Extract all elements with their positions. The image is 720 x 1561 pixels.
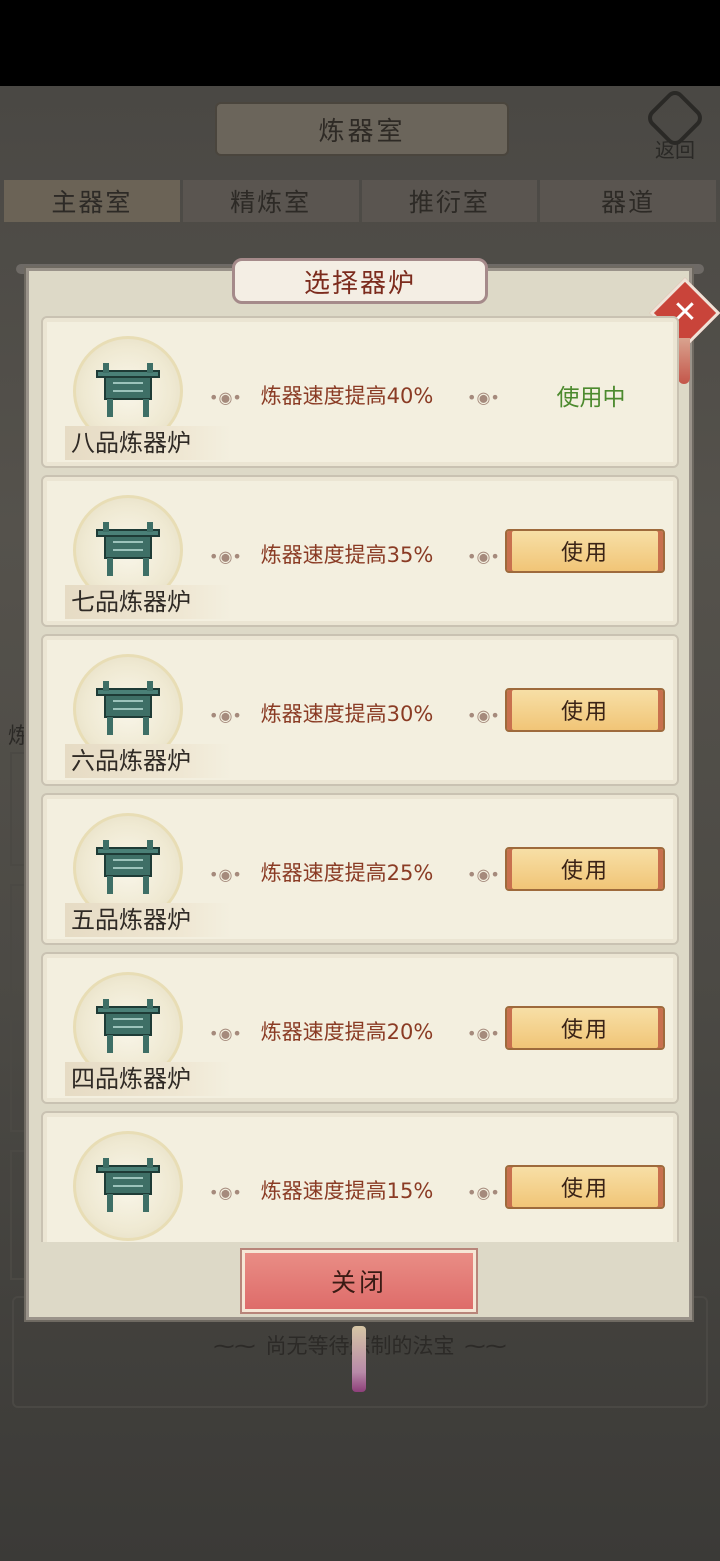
furnace-effect: 炼器速度提高25% [260,861,434,885]
divider-ornament-icon: •◉• [209,1183,242,1202]
furnace-name: 四品炼器炉 [65,1062,231,1096]
furnace-name: 七品炼器炉 [65,585,231,619]
furnace-row: 五品炼器炉 •◉• 炼器速度提高25% •◉• 使用 [41,793,679,945]
tab-artifact-way[interactable]: 器道 [540,180,716,222]
cauldron-icon [96,999,160,1053]
tab-refine-room[interactable]: 精炼室 [182,180,359,222]
flourish-icon: ⁓⁓ [213,1334,256,1358]
furnace-row: 四品炼器炉 •◉• 炼器速度提高20% •◉• 使用 [41,952,679,1104]
cauldron-icon [96,681,160,735]
divider-ornament-icon: •◉• [209,1024,242,1043]
furnace-effect: 炼器速度提高15% [260,1179,434,1203]
tab-bar: 主器室 精炼室 推衍室 器道 [4,180,716,222]
furnace-name: 八品炼器炉 [65,426,231,460]
divider-ornament-icon: •◉• [467,1183,500,1202]
furnace-row: 八品炼器炉 •◉• 炼器速度提高40% •◉• 使用中 [41,316,679,468]
cauldron-icon [96,840,160,894]
flourish-icon: ⁓⁓ [464,1334,507,1358]
page-title-text: 炼器室 [318,116,406,147]
divider-ornament-icon: •◉• [209,388,242,407]
divider-ornament-icon: •◉• [209,706,242,725]
tab-deduce-room[interactable]: 推衍室 [361,180,538,222]
cauldron-icon [96,522,160,576]
furnace-name: 六品炼器炉 [65,744,231,778]
divider-ornament-icon: •◉• [467,547,500,566]
furnace-row: •◉• 炼器速度提高15% •◉• 使用 [41,1111,679,1242]
use-furnace-button[interactable]: 使用 [505,1006,665,1050]
furnace-list[interactable]: 八品炼器炉 •◉• 炼器速度提高40% •◉• 使用中 七品炼器炉 •◉• 炼器… [37,316,683,1242]
divider-ornament-icon: •◉• [467,865,500,884]
divider-ornament-icon: •◉• [209,547,242,566]
divider-ornament-icon: •◉• [467,706,500,725]
furnace-name: 五品炼器炉 [65,903,231,937]
furnace-effect: 炼器速度提高30% [260,702,434,726]
status-bar [0,0,720,86]
dialog-title: 选择器炉 [232,258,488,304]
furnace-effect: 炼器速度提高35% [260,543,434,567]
cauldron-icon [96,1158,160,1212]
furnace-icon-frame [73,1131,183,1241]
in-use-status: 使用中 [556,385,626,411]
tab-main-room[interactable]: 主器室 [4,180,180,222]
furnace-row: 七品炼器炉 •◉• 炼器速度提高35% •◉• 使用 [41,475,679,627]
use-furnace-button[interactable]: 使用 [505,688,665,732]
back-button[interactable]: 返回 [643,86,707,166]
use-furnace-button[interactable]: 使用 [505,847,665,891]
furnace-effect: 炼器速度提高40% [260,384,434,408]
page-title: 炼器室 [215,102,509,156]
divider-ornament-icon: •◉• [209,865,242,884]
use-furnace-button[interactable]: 使用 [505,1165,665,1209]
divider-ornament-icon: •◉• [467,388,500,407]
close-button[interactable]: 关闭 [242,1250,476,1312]
bell-tassel-decoration [352,1326,366,1392]
furnace-effect: 炼器速度提高20% [260,1020,434,1044]
furnace-row: 六品炼器炉 •◉• 炼器速度提高30% •◉• 使用 [41,634,679,786]
use-furnace-button[interactable]: 使用 [505,529,665,573]
divider-ornament-icon: •◉• [467,1024,500,1043]
cauldron-icon [96,363,160,417]
